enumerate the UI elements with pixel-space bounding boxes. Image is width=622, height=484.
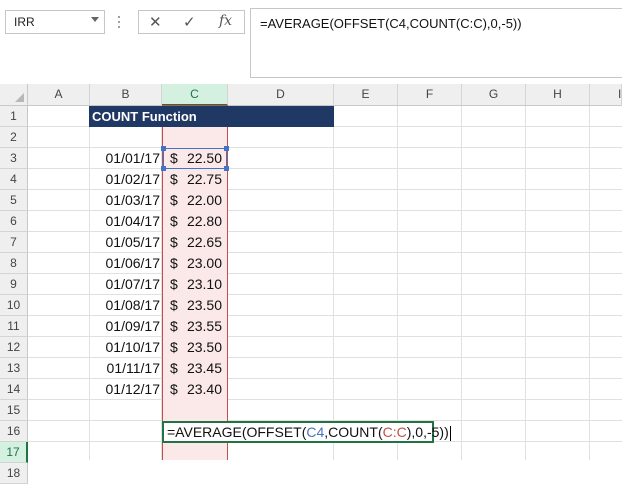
enter-icon[interactable]: ✓ bbox=[183, 13, 196, 31]
date-cell[interactable]: 01/09/17 bbox=[90, 316, 161, 337]
name-box-value: IRR bbox=[14, 15, 35, 29]
currency-symbol: $ bbox=[170, 339, 178, 355]
currency-symbol: $ bbox=[170, 360, 178, 376]
insert-function-icon[interactable]: fx bbox=[219, 13, 232, 29]
row-header-10[interactable]: 10 bbox=[0, 295, 28, 316]
formula-buttons: ✕ ✓ fx bbox=[138, 10, 245, 34]
resize-handle[interactable] bbox=[161, 166, 166, 171]
title-cell[interactable]: COUNT Function bbox=[89, 106, 334, 127]
date-cell[interactable]: 01/08/17 bbox=[90, 295, 161, 316]
column-header-h[interactable]: H bbox=[526, 84, 590, 106]
date-cell[interactable]: 01/01/17 bbox=[90, 148, 161, 169]
column-header-g[interactable]: G bbox=[462, 84, 526, 106]
row-header-1[interactable]: 1 bbox=[0, 106, 28, 127]
currency-symbol: $ bbox=[170, 276, 178, 292]
resize-handle[interactable] bbox=[224, 146, 229, 151]
date-cell[interactable]: 01/10/17 bbox=[90, 337, 161, 358]
row-header-14[interactable]: 14 bbox=[0, 379, 28, 400]
date-cell[interactable]: 01/07/17 bbox=[90, 274, 161, 295]
currency-symbol: $ bbox=[170, 234, 178, 250]
text-cursor bbox=[449, 425, 451, 441]
column-header-a[interactable]: A bbox=[28, 84, 90, 106]
name-box[interactable]: IRR bbox=[5, 10, 105, 34]
row-header-4[interactable]: 4 bbox=[0, 169, 28, 190]
column-header-c[interactable]: C bbox=[162, 84, 228, 106]
price-cell[interactable]: 23.00 bbox=[180, 253, 222, 274]
price-cell[interactable]: 22.00 bbox=[180, 190, 222, 211]
grip-icon[interactable] bbox=[118, 16, 121, 30]
row-header-7[interactable]: 7 bbox=[0, 232, 28, 253]
date-cell[interactable]: 01/05/17 bbox=[90, 232, 161, 253]
price-cell[interactable]: 23.10 bbox=[180, 274, 222, 295]
column-header-i[interactable]: I bbox=[590, 84, 622, 106]
currency-symbol: $ bbox=[170, 192, 178, 208]
row-header-11[interactable]: 11 bbox=[0, 316, 28, 337]
chevron-down-icon[interactable] bbox=[91, 17, 99, 22]
row-header-8[interactable]: 8 bbox=[0, 253, 28, 274]
price-cell[interactable]: 22.75 bbox=[180, 169, 222, 190]
price-cell[interactable]: 23.45 bbox=[180, 358, 222, 379]
row-header-12[interactable]: 12 bbox=[0, 337, 28, 358]
price-cell[interactable]: 22.80 bbox=[180, 211, 222, 232]
currency-symbol: $ bbox=[170, 213, 178, 229]
price-cell[interactable]: 23.50 bbox=[180, 337, 222, 358]
currency-symbol: $ bbox=[170, 255, 178, 271]
formula-part: ,COUNT( bbox=[324, 424, 383, 440]
formula-text: =AVERAGE(OFFSET(C4,COUNT(C:C),0,-5)) bbox=[260, 16, 522, 31]
spreadsheet-grid: A B C D E F G H I 1 2 3 4 5 6 7 8 9 10 1… bbox=[0, 84, 622, 484]
price-cell[interactable]: 22.50 bbox=[180, 148, 222, 169]
formula-toolbar: IRR ✕ ✓ fx =AVERAGE(OFFSET(C4,COUNT(C:C)… bbox=[0, 0, 622, 84]
resize-handle[interactable] bbox=[161, 146, 166, 151]
price-cell[interactable]: 22.65 bbox=[180, 232, 222, 253]
price-cell[interactable]: 23.50 bbox=[180, 295, 222, 316]
currency-symbol: $ bbox=[170, 150, 178, 166]
date-cell[interactable]: 01/11/17 bbox=[90, 358, 160, 379]
date-cell[interactable]: 01/04/17 bbox=[90, 211, 161, 232]
row-header-13[interactable]: 13 bbox=[0, 358, 28, 379]
formula-ref-c-column: C:C bbox=[382, 424, 407, 440]
select-all-icon[interactable] bbox=[15, 93, 24, 102]
formula-part: =AVERAGE(OFFSET( bbox=[167, 424, 307, 440]
currency-symbol: $ bbox=[170, 381, 178, 397]
column-header-d[interactable]: D bbox=[228, 84, 334, 106]
column-header-e[interactable]: E bbox=[334, 84, 398, 106]
row-header-16[interactable]: 16 bbox=[0, 421, 28, 442]
row-header-9[interactable]: 9 bbox=[0, 274, 28, 295]
formula-ref-c4: C4 bbox=[306, 424, 325, 440]
currency-symbol: $ bbox=[170, 318, 178, 334]
currency-symbol: $ bbox=[170, 297, 178, 313]
price-cell[interactable]: 23.40 bbox=[180, 379, 222, 400]
row-header-2[interactable]: 2 bbox=[0, 127, 28, 148]
column-header-b[interactable]: B bbox=[90, 84, 162, 106]
date-cell[interactable]: 01/12/17 bbox=[90, 379, 161, 400]
date-cell[interactable]: 01/02/17 bbox=[90, 169, 161, 190]
cancel-icon[interactable]: ✕ bbox=[149, 13, 162, 31]
date-cell[interactable]: 01/06/17 bbox=[90, 253, 161, 274]
formula-input[interactable]: =AVERAGE(OFFSET(C4,COUNT(C:C),0,-5)) bbox=[250, 8, 622, 78]
row-header-6[interactable]: 6 bbox=[0, 211, 28, 232]
column-header-f[interactable]: F bbox=[398, 84, 462, 106]
currency-symbol: $ bbox=[170, 171, 178, 187]
price-cell[interactable]: 23.55 bbox=[180, 316, 222, 337]
formula-part: ),0,-5)) bbox=[406, 424, 449, 440]
row-header-3[interactable]: 3 bbox=[0, 148, 28, 169]
date-cell[interactable]: 01/03/17 bbox=[90, 190, 161, 211]
resize-handle[interactable] bbox=[224, 166, 229, 171]
select-all-corner[interactable] bbox=[0, 84, 28, 106]
active-cell-editor[interactable]: =AVERAGE(OFFSET(C4,COUNT(C:C),0,-5)) bbox=[162, 421, 451, 443]
row-header-18[interactable]: 18 bbox=[0, 463, 28, 484]
row-header-5[interactable]: 5 bbox=[0, 190, 28, 211]
row-header-15[interactable]: 15 bbox=[0, 400, 28, 421]
